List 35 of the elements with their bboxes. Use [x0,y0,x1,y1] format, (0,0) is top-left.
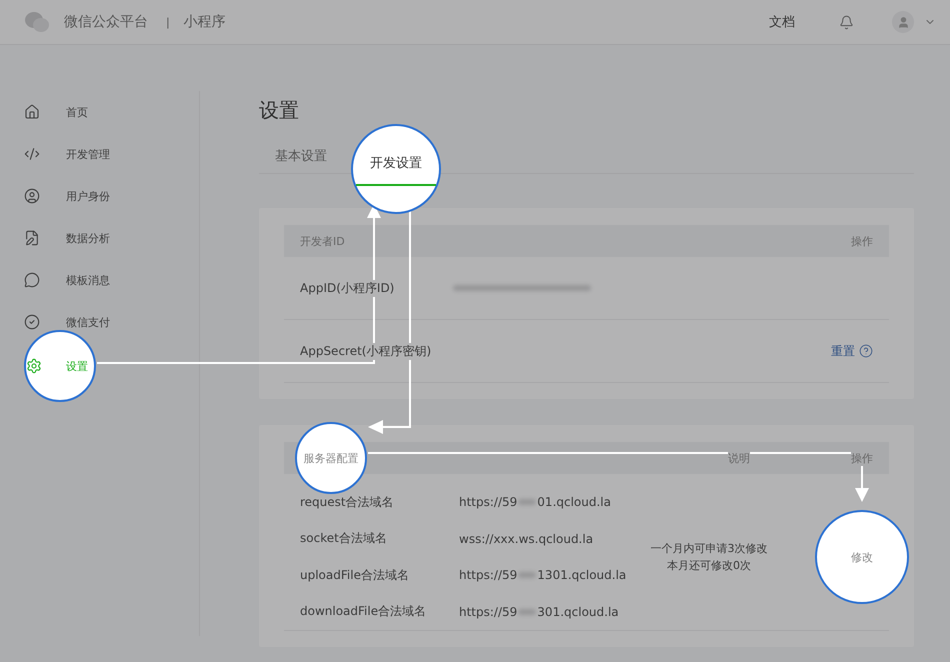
column-header: 服务器配置 [295,422,367,494]
domain-value: https://59 [459,495,518,510]
domain-value: https://59 [459,568,518,582]
domain-value: wss://xxx.ws.qcloud.la [459,532,594,546]
reset-link[interactable]: 重置 [831,342,873,360]
row-label: uploadFile合法域名 [300,566,410,584]
sidebar-item[interactable]: 首页 [0,104,88,120]
brand-title: 微信公众平台 [64,13,148,31]
separator: | [166,16,170,28]
domain-value: 01.qcloud.la [537,495,611,510]
product-title: 小程序 [184,13,226,31]
row-label: AppID(小程序ID) [300,280,394,296]
docs-link[interactable]: 文档 [769,13,795,31]
column-header: 操作 [851,234,873,248]
sidebar-item[interactable]: 用户身份 [0,188,110,204]
row-label: socket合法域名 [300,530,388,548]
row-label: downloadFile合法域名 [300,603,428,620]
sidebar-item[interactable]: 数据分析 [0,230,110,246]
page-title: 设置 [259,97,300,124]
row-label: AppSecret(小程序密钥) [300,342,432,360]
tab[interactable]: 基本设置 [259,140,343,172]
sidebar-item[interactable]: 微信支付 [0,314,110,330]
column-header: 开发者ID [300,234,345,248]
domain-value: 301.qcloud.la [537,604,619,619]
tab[interactable]: 开发设置 [351,124,441,214]
quota-note: 一个月内可申请3次修改 本月还可修改0次 [650,541,768,574]
column-header: 操作 [851,450,873,466]
sidebar-item[interactable]: 模板消息 [0,272,110,288]
spotlight-sidebar-item[interactable]: 设置 [24,330,96,402]
modify-link[interactable]: 修改 [815,510,909,604]
row-label: request合法域名 [300,494,395,511]
domain-value: 1301.qcloud.la [537,568,626,582]
column-header: 说明 [728,450,750,466]
domain-value: https://59 [459,604,518,619]
sidebar-item[interactable]: 开发管理 [0,146,110,162]
